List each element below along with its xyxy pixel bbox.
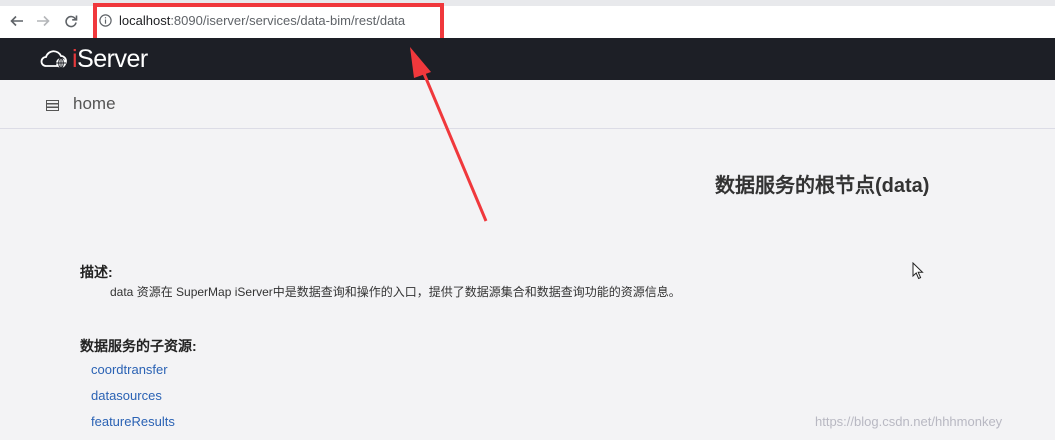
children-heading: 数据服务的子资源: [80,338,197,354]
app-header: iServer [0,38,1055,80]
arrow-left-icon [10,15,23,27]
iserver-logo[interactable]: iServer [39,45,148,73]
cloud-globe-icon [40,50,67,69]
child-link-datasources[interactable]: datasources [91,388,162,403]
url-highlight-box [93,3,444,42]
logo-text: iServer [72,44,148,73]
child-link-featureresults[interactable]: featureResults [91,414,175,429]
child-link-coordtransfer[interactable]: coordtransfer [91,362,168,377]
home-link[interactable]: home [73,94,116,114]
page-title: 数据服务的根节点(data) [715,175,930,197]
mouse-cursor-icon [912,262,924,280]
arrow-right-icon [37,15,50,27]
description-text: data 资源在 SuperMap iServer中是数据查询和操作的入口，提供… [110,285,681,299]
back-button[interactable] [7,11,27,31]
breadcrumb: home [0,80,1055,129]
description-heading: 描述: [80,264,113,280]
forward-button[interactable] [33,11,53,31]
reload-button[interactable] [61,11,81,31]
watermark: https://blog.csdn.net/hhhmonkey [815,414,1003,429]
list-icon [46,100,59,111]
reload-icon [65,15,78,28]
